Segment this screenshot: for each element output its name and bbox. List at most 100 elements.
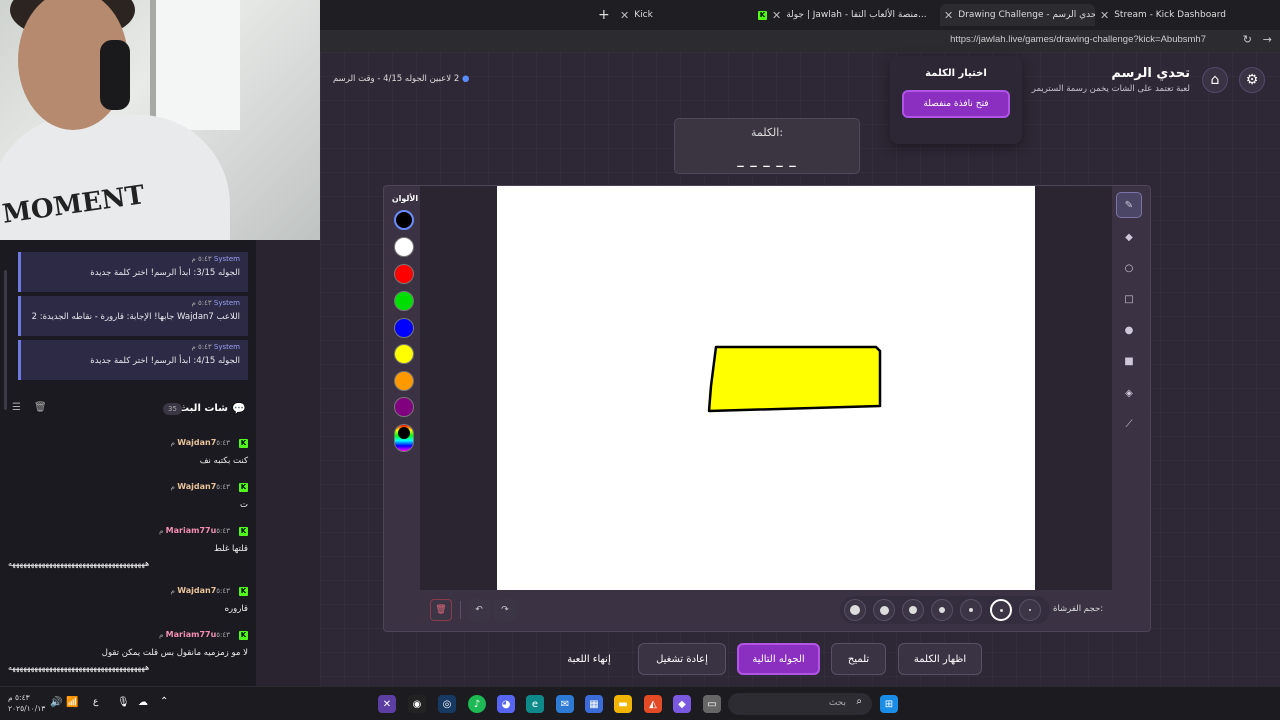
webcam-feed: MOMENT: [0, 0, 320, 240]
color-palette: الألوان: [388, 190, 422, 590]
page-title: تحدي الرسم: [1111, 66, 1190, 81]
color-swatch-white[interactable]: [394, 237, 414, 257]
close-icon[interactable]: ✕: [944, 9, 953, 22]
menu-icon[interactable]: ☰: [12, 402, 21, 413]
word-label: الكلمة:: [750, 126, 784, 139]
edge-icon[interactable]: e: [526, 695, 544, 713]
mail-icon[interactable]: ✉: [556, 695, 574, 713]
brave-icon[interactable]: ◭: [644, 695, 662, 713]
brush-size-option-selected[interactable]: [990, 599, 1012, 621]
kick-icon: K: [239, 439, 248, 448]
brush-size-option[interactable]: [960, 599, 982, 621]
close-icon[interactable]: ✕: [1100, 9, 1109, 22]
filled-circle-tool-icon[interactable]: ●: [1116, 317, 1142, 343]
reload-icon[interactable]: ↻: [1243, 33, 1252, 46]
tab-jawlah[interactable]: K ✕ جولة | Jawlah - منصة الألعاب التفا...: [758, 4, 933, 26]
brush-size-option[interactable]: [902, 599, 924, 621]
chat-message: K Wajdan7٥:٤٣ م ت: [170, 482, 248, 510]
color-swatch-yellow[interactable]: [394, 344, 414, 364]
pencil-icon[interactable]: ✎: [1116, 192, 1142, 218]
stream-side-panel: System ٥:٤٣ م الجوله 3/15: ابدأ الرسم! ا…: [0, 240, 256, 686]
color-swatch-blue[interactable]: [394, 318, 414, 338]
canvas-bottom-bar: 🗑 ↶ ↷ حجم الفرشاة:: [420, 592, 1112, 628]
scrollbar[interactable]: [4, 270, 7, 410]
chat-message: K Mariam77u٥:٤٣ م لا مو زمزميه مانقول بس…: [8, 630, 248, 672]
brush-size-label: حجم الفرشاة:: [1053, 604, 1104, 614]
spotify-icon[interactable]: ♪: [468, 695, 486, 713]
folder-icon[interactable]: ▬: [614, 695, 632, 713]
chat-message: K Wajdan7٥:٤٣ م قاروره: [170, 586, 248, 614]
home-icon[interactable]: ⌂: [1202, 67, 1228, 93]
game-status: ● 2 لاعبين الجوله 4/15 - وقت الرسم: [333, 74, 470, 84]
hint-button[interactable]: تلميح: [831, 643, 886, 675]
forward-icon[interactable]: →: [1263, 33, 1272, 46]
open-separate-window-button[interactable]: فتح نافذة منفصلة: [902, 90, 1010, 118]
brush-size-option[interactable]: [1019, 599, 1041, 621]
language-indicator[interactable]: ع: [93, 697, 98, 707]
store-icon[interactable]: ▦: [585, 695, 603, 713]
volume-icon[interactable]: 🔊: [50, 697, 62, 708]
obs-icon[interactable]: ◉: [408, 695, 426, 713]
system-message: System ٥:٤٣ م اللاعب Wajdan7 جابها! الإج…: [18, 296, 248, 336]
drawing-canvas[interactable]: [497, 186, 1035, 590]
page-subtitle: لعبة تعتمد على الشات يخمن رسمة الستريمر: [1031, 84, 1190, 94]
tab-drawing-challenge[interactable]: ✕ Drawing Challenge - تحدي الرسم: [940, 4, 1095, 26]
undo-icon[interactable]: ↶: [468, 599, 490, 621]
taskbar-search[interactable]: ⌕ بحث: [728, 693, 872, 715]
xbox-icon[interactable]: ✕: [378, 695, 396, 713]
app-icon[interactable]: ◆: [673, 695, 691, 713]
chat-message: K Wajdan7٥:٤٣ م كنت بكتبه نف: [170, 438, 248, 466]
circle-tool-icon[interactable]: ○: [1116, 255, 1142, 281]
gear-icon[interactable]: ⚙: [1239, 67, 1265, 93]
drawn-rectangle: [707, 345, 882, 413]
color-swatch-orange[interactable]: [394, 371, 414, 391]
tab-kick-dashboard[interactable]: ✕Stream - Kick DashboardK: [1100, 4, 1260, 26]
status-dot-icon: ●: [461, 74, 470, 84]
steam-icon[interactable]: ◎: [438, 695, 456, 713]
taskbar: ٥:٤٣ م ٢٠٢٥/١٠/١٣ 🔊 📶 ع 🎙 ☁ ⌃ ✕ ◉ ◎ ♪ ◕ …: [0, 686, 1280, 720]
popup-title: اختيار الكلمة: [925, 68, 987, 79]
trash-icon[interactable]: 🗑: [34, 402, 47, 413]
show-word-button[interactable]: اظهار الكلمة: [898, 643, 982, 675]
word-selection-popup: اختيار الكلمة فتح نافذة منفصلة: [890, 56, 1022, 144]
kick-icon: K: [239, 483, 248, 492]
filled-rectangle-tool-icon[interactable]: ■: [1116, 348, 1142, 374]
color-swatch-purple[interactable]: [394, 397, 414, 417]
close-icon[interactable]: ✕: [620, 9, 629, 22]
drawing-svg: [707, 345, 882, 413]
address-bar[interactable]: https://jawlah.live/games/drawing-challe…: [320, 30, 1280, 52]
new-tab-button[interactable]: +: [598, 4, 618, 26]
custom-color-picker[interactable]: [394, 424, 414, 452]
windows-start-icon[interactable]: ⊞: [880, 695, 898, 713]
colors-label: الألوان: [391, 194, 419, 203]
chat-header: 💬 شات البث 35 🗑 ☰: [0, 400, 256, 420]
line-tool-icon[interactable]: ⟋: [1116, 411, 1142, 437]
terminal-icon[interactable]: ▭: [703, 695, 721, 713]
cloud-icon[interactable]: ☁: [138, 697, 148, 708]
microphone-icon[interactable]: 🎙: [117, 697, 130, 708]
brush-size-option[interactable]: [931, 599, 953, 621]
color-swatch-red[interactable]: [394, 264, 414, 284]
end-game-button[interactable]: إنهاء اللعبة: [552, 643, 626, 675]
chevron-up-icon[interactable]: ⌃: [160, 696, 168, 707]
clock[interactable]: ٥:٤٣ م ٢٠٢٥/١٠/١٣: [8, 692, 45, 714]
redo-icon[interactable]: ↷: [494, 599, 516, 621]
color-swatch-green[interactable]: [394, 291, 414, 311]
discord-icon[interactable]: ◕: [497, 695, 515, 713]
word-placeholder: _ _ _ _ _: [737, 153, 797, 168]
url-text[interactable]: https://jawlah.live/games/drawing-challe…: [950, 34, 1206, 45]
color-swatch-black[interactable]: [394, 210, 414, 230]
eraser-icon[interactable]: ◆: [1116, 224, 1142, 250]
tab-kick[interactable]: ✕ Kick: [620, 4, 750, 26]
close-icon[interactable]: ✕: [772, 9, 781, 22]
restart-button[interactable]: إعادة تشغيل: [638, 643, 726, 675]
chat-icon: 💬: [232, 402, 246, 415]
brush-size-option[interactable]: [873, 599, 895, 621]
wifi-icon[interactable]: 📶: [66, 697, 78, 708]
browser-tab-bar: + ✕ Kick K ✕ جولة | Jawlah - منصة الألعاب ا…: [320, 0, 1280, 30]
next-round-button[interactable]: الجوله التالية: [737, 643, 820, 675]
brush-size-option[interactable]: [844, 599, 866, 621]
rectangle-tool-icon[interactable]: □: [1116, 286, 1142, 312]
trash-icon[interactable]: 🗑: [430, 599, 452, 621]
fill-bucket-icon[interactable]: ◈: [1116, 380, 1142, 406]
